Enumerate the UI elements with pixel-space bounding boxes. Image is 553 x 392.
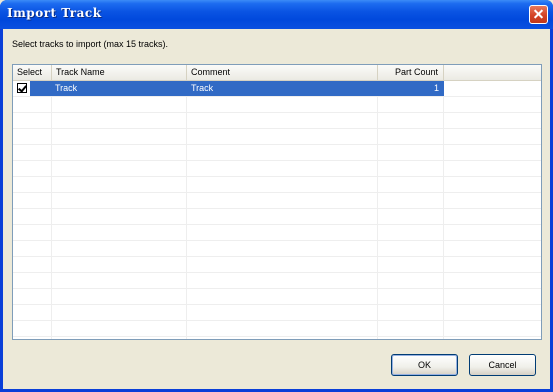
- column-header-select[interactable]: Select: [13, 65, 52, 80]
- empty-row: [13, 225, 541, 241]
- part-count-cell[interactable]: 1: [378, 81, 444, 96]
- column-header-comment[interactable]: Comment: [187, 65, 378, 80]
- empty-row: [13, 129, 541, 145]
- select-cell: [13, 81, 30, 96]
- empty-row: [13, 305, 541, 321]
- empty-row: [13, 209, 541, 225]
- window-title: Import Track: [7, 6, 102, 20]
- title-bar[interactable]: Import Track: [0, 0, 553, 29]
- empty-row: [13, 161, 541, 177]
- empty-row: [13, 97, 541, 113]
- column-header-track-name[interactable]: Track Name: [52, 65, 187, 80]
- column-header-part-count[interactable]: Part Count: [378, 65, 444, 80]
- table-row[interactable]: Track Track 1: [13, 81, 541, 97]
- track-name-cell[interactable]: Track: [51, 81, 187, 96]
- empty-row: [13, 145, 541, 161]
- empty-row: [13, 321, 541, 337]
- empty-row: [13, 177, 541, 193]
- empty-row: [13, 241, 541, 257]
- close-icon[interactable]: [529, 5, 548, 24]
- instruction-text: Select tracks to import (max 15 tracks).: [12, 39, 169, 49]
- empty-row: [13, 257, 541, 273]
- cancel-button[interactable]: Cancel: [469, 354, 536, 376]
- empty-row: [13, 289, 541, 305]
- empty-row: [13, 113, 541, 129]
- checkbox-checked-icon[interactable]: [17, 83, 27, 93]
- ok-button[interactable]: OK: [391, 354, 458, 376]
- comment-cell[interactable]: Track: [187, 81, 378, 96]
- selection-highlight: [30, 81, 51, 96]
- dialog-body: Select tracks to import (max 15 tracks).…: [3, 29, 550, 389]
- track-list[interactable]: Select Track Name Comment Part Count Tra…: [12, 64, 542, 340]
- empty-row: [13, 273, 541, 289]
- import-track-dialog: Import Track Select tracks to import (ma…: [0, 0, 553, 392]
- list-rows: Track Track 1: [13, 81, 541, 337]
- list-header: Select Track Name Comment Part Count: [13, 65, 541, 81]
- empty-row: [13, 193, 541, 209]
